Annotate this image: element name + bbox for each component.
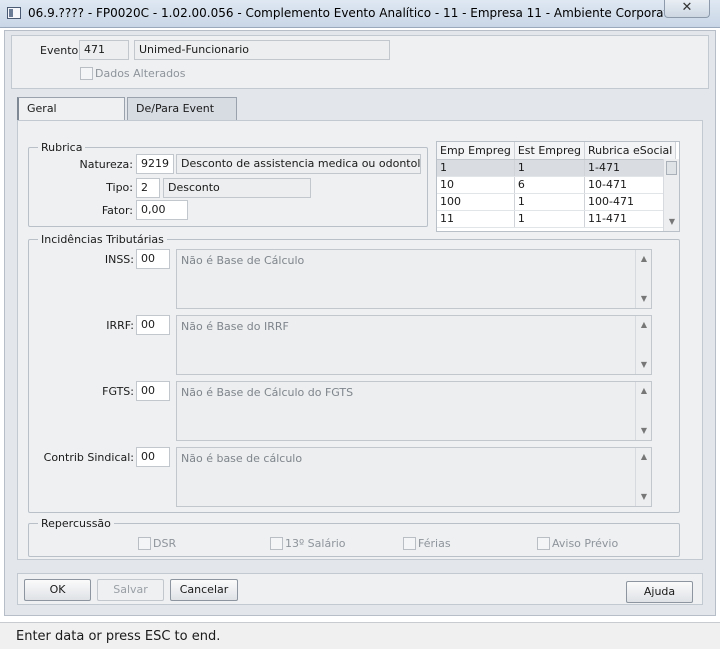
repercussao-checkbox[interactable]	[270, 537, 283, 550]
grid-row[interactable]: 1 1 1-471	[437, 159, 677, 177]
scroll-down-icon[interactable]: ▼	[636, 490, 652, 504]
tipo-code-input[interactable]: 2	[136, 178, 160, 198]
fgts-desc-textarea: Não é Base de Cálculo do FGTS ▲ ▼	[176, 381, 652, 441]
grid-scrollbar[interactable]: ▼	[663, 159, 679, 231]
fgts-code-input[interactable]: 00	[136, 381, 170, 401]
tab-content-panel: Rubrica Natureza: 9219 Desconto de assis…	[17, 120, 703, 560]
grid-scroll-down-icon[interactable]: ▼	[664, 215, 680, 229]
evento-code-field[interactable]: 471	[79, 40, 129, 60]
incidencias-title: Incidências Tributárias	[38, 233, 167, 246]
fgts-label: FGTS:	[102, 385, 134, 398]
cell-est-empreg: 1	[514, 210, 586, 228]
repercussao-title: Repercussão	[38, 517, 114, 530]
grid-scroll-thumb[interactable]	[666, 161, 677, 175]
repercussao-option-label: Aviso Prévio	[552, 537, 619, 550]
ajuda-button[interactable]: Ajuda	[626, 581, 693, 603]
tipo-label: Tipo:	[106, 181, 133, 194]
inss-code-input[interactable]: 00	[136, 249, 170, 269]
col-emp-empreg[interactable]: Emp Empreg	[437, 142, 515, 160]
fgts-scrollbar[interactable]: ▲ ▼	[635, 382, 651, 440]
grid-row[interactable]: 11 1 11-471	[437, 210, 677, 228]
evento-name-field[interactable]: Unimed-Funcionario	[134, 40, 390, 60]
repercussao-checkbox[interactable]	[403, 537, 416, 550]
grid-row[interactable]: 10 6 10-471	[437, 176, 677, 194]
natureza-code-input[interactable]: 9219	[136, 154, 174, 174]
cell-emp-empreg: 10	[437, 176, 515, 194]
col-est-empreg[interactable]: Est Empreg	[514, 142, 586, 160]
irrf-scrollbar[interactable]: ▲ ▼	[635, 316, 651, 374]
fgts-desc-text: Não é Base de Cálculo do FGTS	[181, 386, 354, 399]
inss-label: INSS:	[104, 253, 134, 266]
irrf-desc-textarea: Não é Base do IRRF ▲ ▼	[176, 315, 652, 375]
grid-header-row: Emp Empreg Est Empreg Rubrica eSocial	[437, 142, 677, 160]
grid-table: Emp Empreg Est Empreg Rubrica eSocial 11…	[437, 142, 677, 228]
header-panel: Evento: 471 Unimed-Funcionario Dados Alt…	[11, 35, 709, 89]
dados-alterados-checkbox[interactable]	[80, 67, 93, 80]
repercussao-option-label: DSR	[153, 537, 177, 550]
col-rubrica-esocial[interactable]: Rubrica eSocial	[584, 142, 677, 160]
tipo-desc-field: Desconto	[163, 178, 311, 198]
cell-est-empreg: 1	[514, 159, 586, 177]
contrib-sindical-code-input[interactable]: 00	[136, 447, 170, 467]
repercussao-checkbox[interactable]	[138, 537, 151, 550]
empregador-grid[interactable]: Emp Empreg Est Empreg Rubrica eSocial 11…	[436, 141, 680, 232]
cell-emp-empreg: 1	[437, 159, 515, 177]
grid-row[interactable]: 100 1 100-471	[437, 193, 677, 211]
ok-button[interactable]: OK	[24, 579, 91, 601]
tab-geral[interactable]: Geral	[17, 97, 125, 121]
dados-alterados-label: Dados Alterados	[95, 67, 186, 80]
cell-emp-empreg: 100	[437, 193, 515, 211]
rubrica-title: Rubrica	[38, 141, 86, 154]
contrib-sindical-scrollbar[interactable]: ▲ ▼	[635, 448, 651, 506]
grid-body: 1 1 1-471 10 6 10-471 100 1 100-471 11 1 11-471	[437, 159, 677, 228]
cell-est-empreg: 6	[514, 176, 586, 194]
app-icon	[7, 7, 21, 19]
scroll-down-icon[interactable]: ▼	[636, 424, 652, 438]
contrib-sindical-desc-text: Não é base de cálculo	[181, 452, 303, 465]
irrf-code-input[interactable]: 00	[136, 315, 170, 335]
fator-label: Fator:	[101, 204, 133, 217]
repercussao-option-label: Férias	[418, 537, 451, 550]
cell-emp-empreg: 11	[437, 210, 515, 228]
fator-input[interactable]: 0,00	[136, 200, 188, 220]
natureza-label: Natureza:	[79, 158, 133, 171]
contrib-sindical-label: Contrib Sindical:	[43, 451, 134, 464]
inss-scrollbar[interactable]: ▲ ▼	[635, 250, 651, 308]
evento-label: Evento:	[40, 44, 82, 57]
close-button[interactable]: ✕	[664, 0, 710, 18]
repercussao-option-label: 13º Salário	[285, 537, 346, 550]
scroll-down-icon[interactable]: ▼	[636, 358, 652, 372]
scroll-up-icon[interactable]: ▲	[636, 384, 652, 398]
inss-desc-textarea: Não é Base de Cálculo ▲ ▼	[176, 249, 652, 309]
scroll-up-icon[interactable]: ▲	[636, 252, 652, 266]
cell-est-empreg: 1	[514, 193, 586, 211]
repercussao-checkbox[interactable]	[537, 537, 550, 550]
title-bar: 06.9.???? - FP0020C - 1.02.00.056 - Comp…	[0, 0, 720, 28]
status-bar: Enter data or press ESC to end.	[0, 622, 720, 649]
cancelar-button[interactable]: Cancelar	[170, 579, 238, 601]
scroll-up-icon[interactable]: ▲	[636, 318, 652, 332]
salvar-button[interactable]: Salvar	[97, 579, 164, 601]
window-title: 06.9.???? - FP0020C - 1.02.00.056 - Comp…	[28, 6, 668, 20]
tab-de-para-event[interactable]: De/Para Event	[127, 97, 237, 121]
contrib-sindical-desc-textarea: Não é base de cálculo ▲ ▼	[176, 447, 652, 507]
natureza-desc-field: Desconto de assistencia medica ou odonto…	[176, 154, 421, 174]
scroll-down-icon[interactable]: ▼	[636, 292, 652, 306]
scroll-up-icon[interactable]: ▲	[636, 450, 652, 464]
irrf-desc-text: Não é Base do IRRF	[181, 320, 289, 333]
dialog-body: Evento: 471 Unimed-Funcionario Dados Alt…	[4, 30, 716, 616]
inss-desc-text: Não é Base de Cálculo	[181, 254, 305, 267]
footer-panel: OK Salvar Cancelar Ajuda	[17, 573, 703, 605]
irrf-label: IRRF:	[106, 319, 134, 332]
